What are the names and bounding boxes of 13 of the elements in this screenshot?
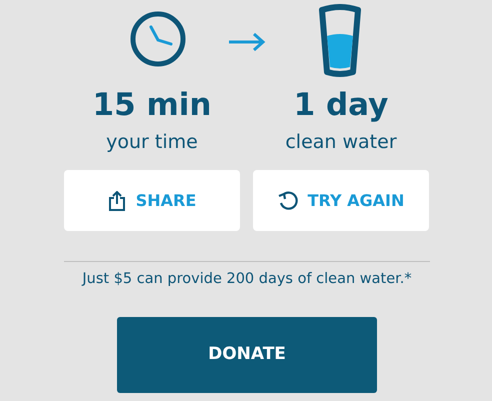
arrow-icon: [228, 32, 266, 52]
stat-caption: your time: [105, 133, 199, 152]
refresh-icon: [278, 190, 298, 210]
stat-caption: clean water: [284, 133, 398, 152]
donation-note: Just $5 can provide 200 days of clean water.*: [80, 270, 413, 289]
share-icon: [108, 190, 126, 210]
donate-button[interactable]: DONATE: [117, 316, 377, 393]
stat-value: 15 min: [92, 90, 212, 121]
clock-icon: [129, 10, 187, 68]
try-again-button[interactable]: TRY AGAIN: [253, 170, 429, 231]
stat-value: 1 day: [292, 90, 390, 121]
glass-of-water-icon: [318, 4, 362, 78]
share-button[interactable]: SHARE: [64, 170, 240, 231]
